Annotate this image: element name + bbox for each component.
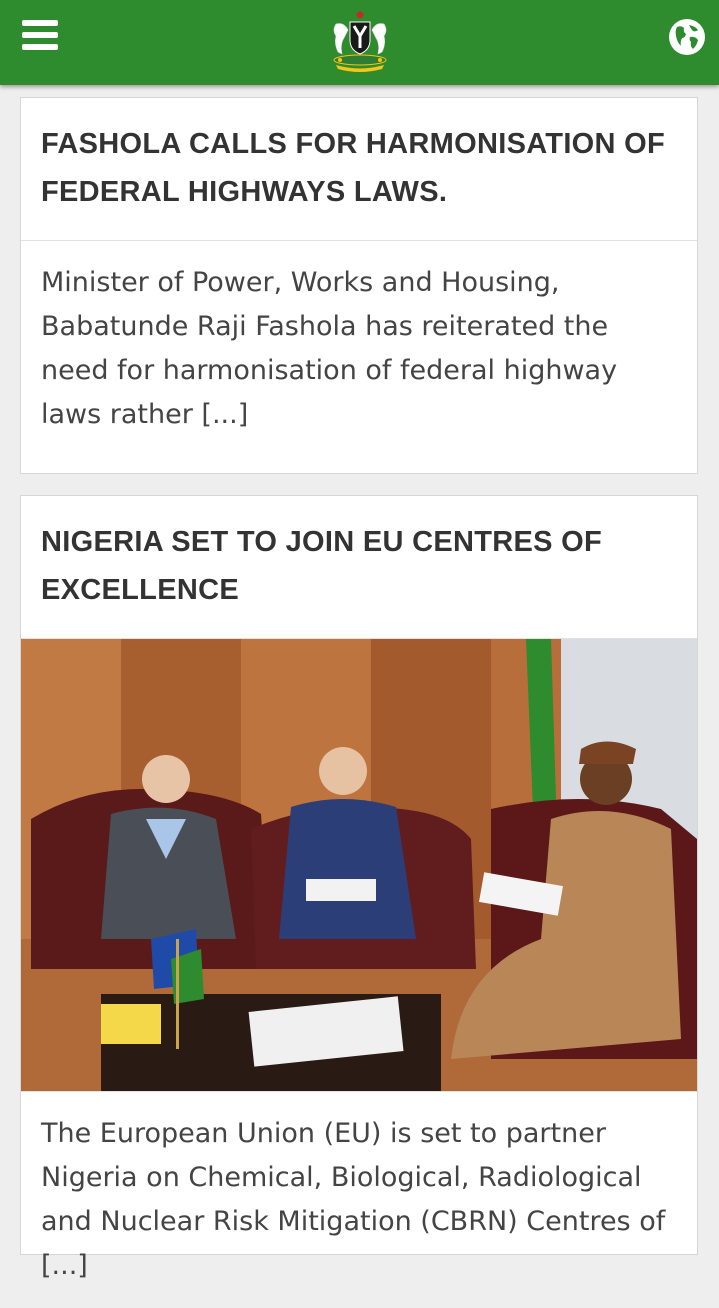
article-photo[interactable]	[21, 639, 697, 1092]
article-excerpt: Minister of Power, Works and Housing, Ba…	[41, 267, 618, 430]
hamburger-menu-icon[interactable]	[22, 18, 60, 52]
article-title[interactable]: FASHOLA CALLS FOR HARMONISATION OF FEDER…	[21, 98, 697, 241]
article-card[interactable]: FASHOLA CALLS FOR HARMONISATION OF FEDER…	[20, 97, 698, 474]
article-title[interactable]: NIGERIA SET TO JOIN EU CENTRES OF EXCELL…	[21, 496, 697, 639]
top-app-bar	[0, 0, 719, 85]
globe-icon[interactable]	[668, 18, 706, 56]
article-excerpt: The European Union (EU) is set to partne…	[41, 1118, 666, 1281]
coat-of-arms-logo[interactable]	[326, 10, 394, 72]
article-card[interactable]: NIGERIA SET TO JOIN EU CENTRES OF EXCELL…	[20, 495, 698, 1281]
